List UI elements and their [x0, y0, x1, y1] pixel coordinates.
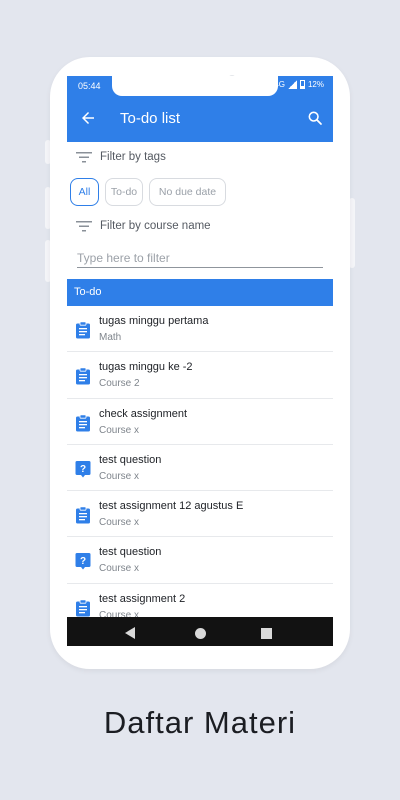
caption-title: Daftar Materi: [103, 705, 297, 740]
chip-to-do[interactable]: To-do: [105, 178, 143, 206]
item-course: Course x: [99, 424, 140, 436]
assignment-icon: [75, 599, 91, 617]
arrow-left-icon[interactable]: [79, 109, 97, 127]
tag-chips: All To-do No due date: [70, 178, 226, 206]
item-title: test assignment 12 agustus E: [99, 500, 244, 513]
app-bar: To-do list: [67, 96, 333, 142]
chip-all[interactable]: All: [70, 178, 99, 206]
chip-no-due-date[interactable]: No due date: [149, 178, 226, 206]
item-course: Math: [99, 332, 122, 343]
item-title: test question: [99, 453, 162, 466]
status-time: 05:44: [78, 81, 101, 91]
item-title: tugas minggu ke -2: [99, 361, 193, 374]
network-type: 4G: [274, 80, 285, 89]
item-title: test assignment 2: [99, 592, 186, 605]
system-nav-bar: [67, 617, 333, 646]
assignment-icon: [75, 413, 91, 432]
item-title: tugas minggu pertama: [99, 315, 209, 327]
status-icons: 4G 12%: [274, 80, 324, 89]
nav-recents-icon[interactable]: [261, 628, 272, 639]
item-course: Course 2: [99, 378, 140, 390]
item-course: Course x: [99, 563, 140, 575]
page-title: To-do list: [120, 110, 181, 127]
question-icon: ?: [75, 552, 91, 570]
list-item[interactable]: check assignment Course x: [67, 399, 333, 445]
svg-text:?: ?: [80, 556, 86, 567]
svg-text:?: ?: [80, 464, 86, 475]
item-course: Course x: [99, 517, 140, 529]
list-item[interactable]: ? test question Course x: [67, 445, 333, 492]
filter-by-tags-row: Filter by tags: [76, 147, 166, 167]
search-icon[interactable]: [307, 110, 323, 126]
battery-level: 12%: [307, 80, 324, 89]
item-course: Course x: [99, 470, 140, 482]
item-title: test question: [99, 546, 162, 559]
status-bar: 05:44 4G 12%: [67, 76, 333, 96]
filter-by-course-label: Filter by course name: [100, 220, 211, 232]
section-header-todo: To-do: [67, 279, 333, 306]
filter-by-course-row: Filter by course name: [76, 216, 211, 236]
assignment-icon: [75, 506, 91, 524]
list-item[interactable]: ? test question Course x: [67, 537, 333, 584]
filter-list-icon: [76, 152, 92, 163]
signal-icon: [287, 80, 297, 89]
battery-icon: [299, 80, 305, 89]
course-filter-input[interactable]: [77, 248, 323, 268]
todo-list: tugas minggu pertama Math tugas minggu ke …: [67, 306, 333, 631]
question-icon: ?: [75, 460, 91, 478]
app-screen: 05:44 4G 12% To-do list Filter by tags A…: [67, 76, 333, 646]
notch: [112, 76, 278, 96]
list-item[interactable]: test assignment 12 agustus E Course x: [67, 491, 333, 538]
nav-back-icon[interactable]: [125, 627, 135, 639]
filter-by-tags-label: Filter by tags: [100, 151, 166, 163]
list-item[interactable]: tugas minggu pertama Math: [67, 306, 333, 353]
list-item[interactable]: tugas minggu ke -2 Course 2: [67, 352, 333, 399]
assignment-icon: [75, 321, 91, 339]
item-title: check assignment: [99, 407, 188, 420]
nav-home-icon[interactable]: [195, 628, 206, 639]
assignment-icon: [75, 367, 91, 385]
filter-list-icon: [76, 221, 92, 232]
